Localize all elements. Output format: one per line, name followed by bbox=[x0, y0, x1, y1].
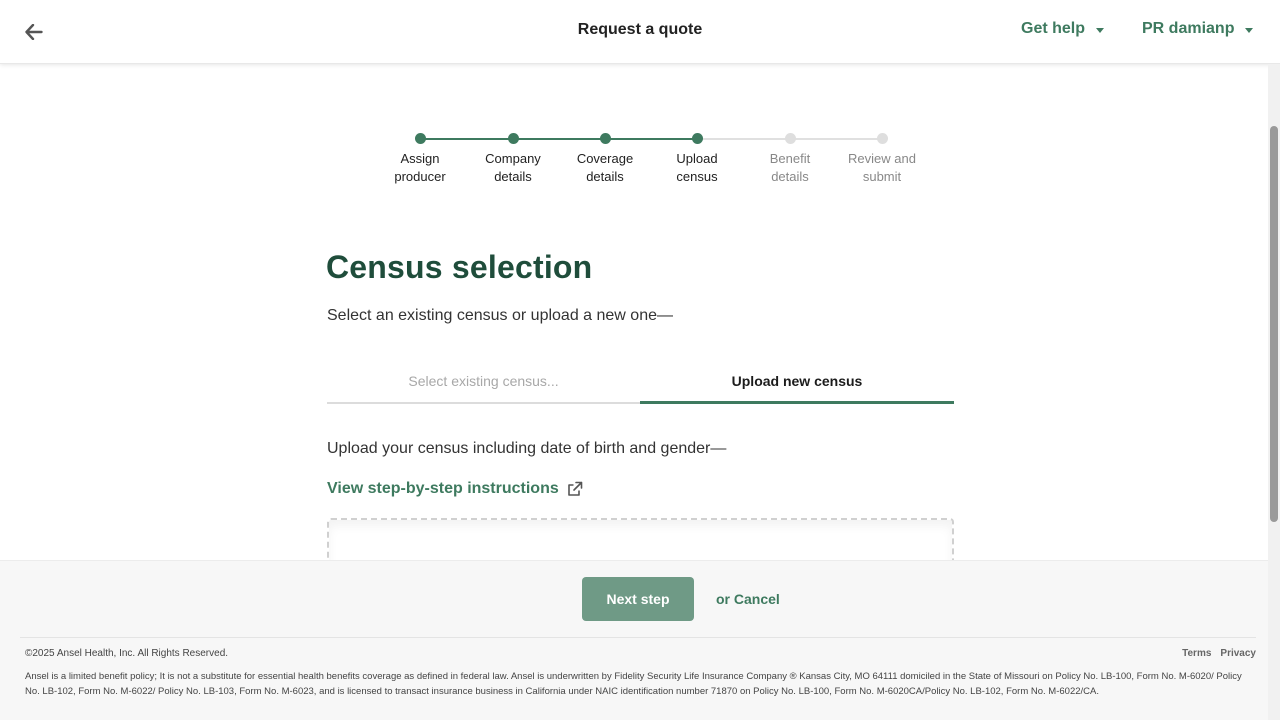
footer-links: Terms Privacy bbox=[1182, 648, 1256, 659]
page-scrollbar[interactable] bbox=[1268, 64, 1280, 720]
stepper-step: Upload census bbox=[649, 128, 745, 186]
progress-stepper: Assign producer Company details Coverage d… bbox=[372, 128, 932, 198]
stepper-dot bbox=[691, 133, 703, 144]
stepper-step: Benefit details bbox=[742, 128, 838, 186]
view-instructions-link[interactable]: View step-by-step instructions bbox=[327, 480, 583, 498]
caret-down-icon bbox=[1096, 27, 1105, 33]
back-button[interactable] bbox=[22, 20, 46, 44]
stepper-step-label: Company details bbox=[485, 151, 541, 184]
stepper-dot bbox=[784, 133, 796, 144]
upload-instructions-text: Upload your census including date of bir… bbox=[327, 440, 727, 457]
caret-down-icon bbox=[1245, 27, 1254, 33]
page-subtitle: Select an existing census or upload a ne… bbox=[327, 307, 673, 324]
next-step-button[interactable]: Next step bbox=[582, 577, 694, 621]
stepper-step-label: Assign producer bbox=[394, 151, 446, 184]
legal-disclaimer: Ansel is a limited benefit policy; It is… bbox=[25, 671, 1242, 697]
scrollbar-thumb[interactable] bbox=[1270, 126, 1278, 522]
stepper-step: Review and submit bbox=[834, 128, 930, 186]
census-tabs: Select existing census... Upload new cen… bbox=[327, 364, 954, 404]
page-title: Census selection bbox=[326, 249, 593, 285]
top-header: Request a quote Get help PR damianp bbox=[0, 0, 1280, 64]
action-footer: Next step or Cancel ©2025 Ansel Health, … bbox=[0, 560, 1268, 720]
stepper-step: Assign producer bbox=[372, 128, 468, 186]
footer-divider bbox=[20, 637, 1256, 638]
stepper-step-label: Upload census bbox=[676, 151, 718, 184]
stepper-dot bbox=[599, 133, 611, 144]
privacy-link[interactable]: Privacy bbox=[1220, 648, 1256, 659]
get-help-label: Get help bbox=[1021, 20, 1086, 37]
stepper-dot bbox=[507, 133, 519, 144]
user-menu-label: PR damianp bbox=[1142, 20, 1235, 37]
tab-upload-new-census[interactable]: Upload new census bbox=[640, 364, 954, 404]
external-link-icon bbox=[567, 481, 583, 497]
stepper-step: Company details bbox=[465, 128, 561, 186]
arrow-left-icon bbox=[25, 24, 43, 40]
view-instructions-label: View step-by-step instructions bbox=[327, 480, 559, 497]
terms-link[interactable]: Terms bbox=[1182, 648, 1211, 659]
copyright-text: ©2025 Ansel Health, Inc. All Rights Rese… bbox=[25, 648, 229, 659]
stepper-step-label: Review and submit bbox=[848, 151, 916, 184]
tab-select-existing-census[interactable]: Select existing census... bbox=[327, 364, 640, 404]
get-help-menu[interactable]: Get help bbox=[1021, 20, 1105, 38]
stepper-dot bbox=[876, 133, 888, 144]
user-menu[interactable]: PR damianp bbox=[1142, 20, 1254, 38]
stepper-step-label: Coverage details bbox=[576, 151, 634, 184]
cancel-link[interactable]: or Cancel bbox=[716, 591, 780, 607]
stepper-step: Coverage details bbox=[557, 128, 653, 186]
stepper-dot bbox=[414, 133, 426, 144]
stepper-step-label: Benefit details bbox=[769, 151, 811, 184]
